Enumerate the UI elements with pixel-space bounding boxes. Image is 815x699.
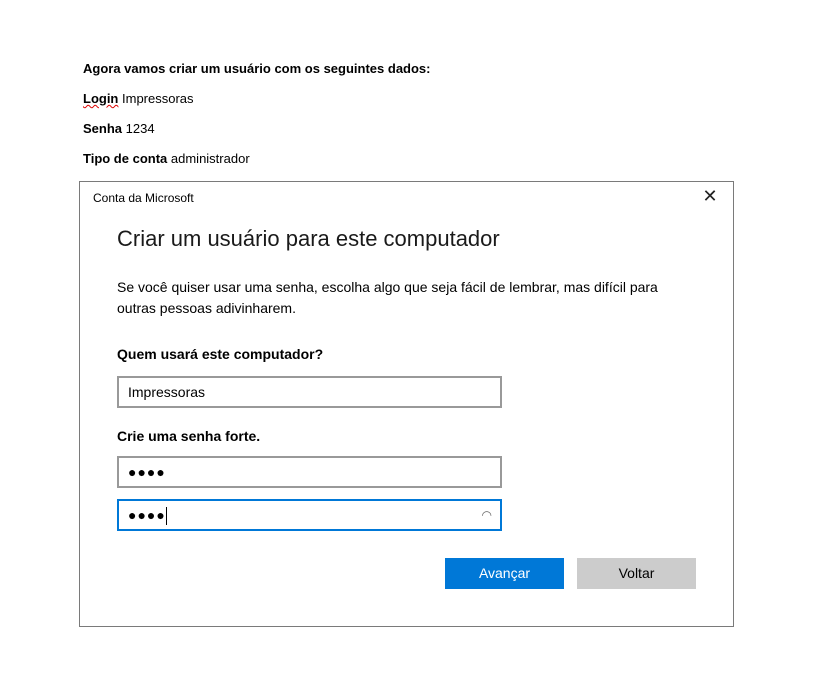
- dialog-heading: Criar um usuário para este computador: [117, 226, 500, 251]
- confirm-password-dots: ●●●●: [128, 507, 166, 523]
- password-input[interactable]: ●●●●: [117, 456, 502, 488]
- confirm-password-input[interactable]: ●●●● ◠: [117, 499, 502, 531]
- doc-intro: Agora vamos criar um usuário com os segu…: [83, 61, 430, 76]
- username-input[interactable]: Impressoras: [117, 376, 502, 408]
- intro-text: Agora vamos criar um usuário com os segu…: [83, 61, 431, 76]
- account-type-label: Tipo de conta: [83, 151, 168, 166]
- back-button[interactable]: Voltar: [577, 558, 696, 589]
- text-caret: [165, 507, 167, 526]
- doc-account-type: Tipo de conta administrador: [83, 151, 250, 166]
- dialog-title: Conta da Microsoft: [93, 191, 194, 205]
- microsoft-account-dialog: Conta da Microsoft ✕ Criar um usuário pa…: [79, 181, 734, 627]
- password-dots: ●●●●: [128, 464, 166, 480]
- doc-password: Senha 1234: [83, 121, 155, 136]
- login-value: Impressoras: [122, 91, 194, 106]
- login-label: Login: [83, 91, 119, 106]
- close-icon[interactable]: ✕: [702, 187, 718, 205]
- username-value: Impressoras: [128, 384, 206, 400]
- next-button[interactable]: Avançar: [445, 558, 564, 589]
- account-type-value: administrador: [170, 151, 250, 166]
- password-value: 1234: [125, 121, 155, 136]
- dialog-description: Se você quiser usar uma senha, escolha a…: [117, 279, 658, 316]
- password-label: Crie uma senha forte.: [117, 428, 261, 444]
- doc-login: Login Impressoras: [83, 91, 194, 106]
- reveal-password-icon[interactable]: ◠: [482, 501, 492, 529]
- password-label: Senha: [83, 121, 123, 136]
- user-label: Quem usará este computador?: [117, 346, 324, 362]
